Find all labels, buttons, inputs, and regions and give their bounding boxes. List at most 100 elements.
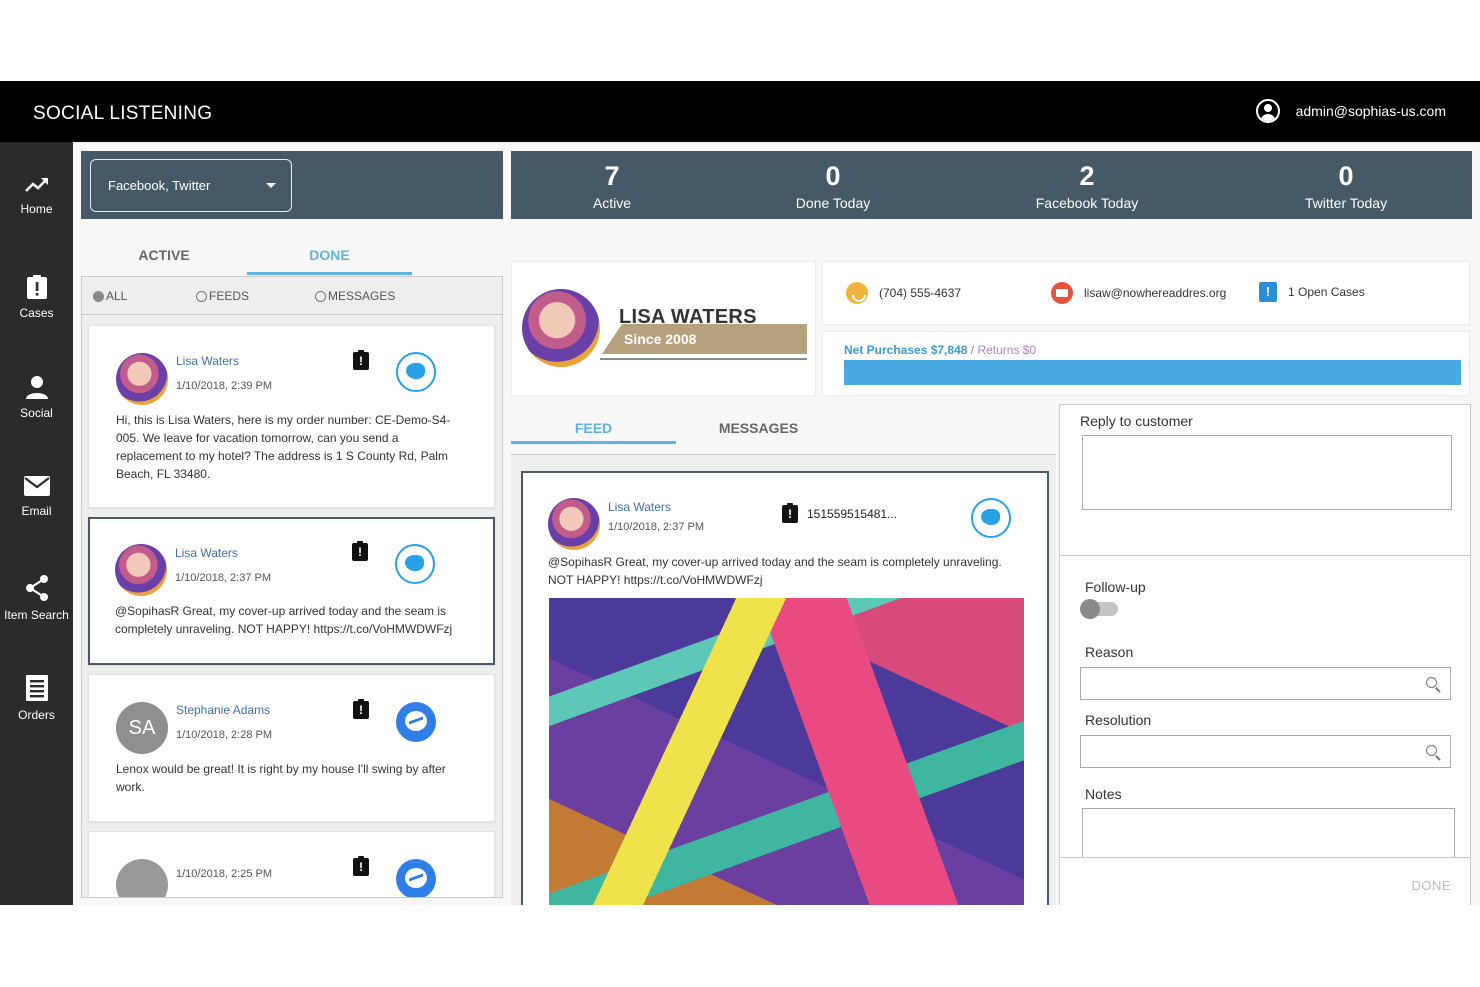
sidebar-item-label: Home [20, 202, 53, 216]
create-case-icon[interactable]: ! [352, 541, 368, 561]
sidebar-item-home[interactable]: Home [0, 174, 73, 264]
radio-dot-icon [315, 290, 326, 302]
post-text: Hi, this is Lisa Waters, here is my orde… [116, 413, 451, 481]
email-text: lisaw@nowhereaddres.org [1084, 286, 1227, 300]
radio-label: MESSAGES [328, 289, 396, 303]
sidebar-item-social[interactable]: Social [0, 374, 73, 464]
post-author[interactable]: Stephanie Adams [176, 703, 270, 717]
case-id[interactable]: 151559515481... [807, 507, 897, 521]
reply-textarea[interactable] [1082, 435, 1452, 510]
radio-messages[interactable]: MESSAGES [315, 289, 395, 303]
post-time: 1/10/2018, 2:39 PM [176, 380, 273, 392]
tab-active[interactable]: ACTIVE [81, 239, 247, 275]
trending-up-icon [24, 178, 48, 192]
tab-messages[interactable]: MESSAGES [676, 408, 841, 444]
app-window: SOCIAL LISTENING admin@sophias-us.com Ho… [0, 81, 1480, 905]
share-icon [25, 575, 48, 601]
messenger-icon[interactable] [396, 702, 436, 742]
post-author[interactable]: Lisa Waters [175, 546, 238, 560]
caret-down-icon [266, 183, 276, 188]
tab-done[interactable]: DONE [247, 239, 412, 275]
reply-panel: Reply to customer Follow-up Reason Resol… [1059, 404, 1471, 905]
post-card[interactable]: Lisa Waters 1/10/2018, 2:37 PM ! @Sopiha… [88, 517, 495, 665]
followup-toggle[interactable] [1080, 599, 1118, 619]
channel-select-value: Facebook, Twitter [108, 178, 211, 193]
sidebar-item-orders[interactable]: Orders [0, 674, 73, 764]
customer-profile-card: LISA WATERS Since 2008 [511, 261, 816, 396]
post-card[interactable]: SA Stephanie Adams 1/10/2018, 2:28 PM ! … [88, 674, 495, 822]
status-tabs: ACTIVE DONE [81, 239, 503, 275]
stat-done-today: 0 Done Today [733, 151, 933, 211]
post-author[interactable]: Lisa Waters [608, 500, 671, 514]
post-time: 1/10/2018, 2:25 PM [176, 868, 273, 880]
stat-label: Done Today [795, 195, 871, 211]
divider [600, 358, 807, 360]
mail-icon [1051, 282, 1073, 304]
reason-input[interactable] [1080, 667, 1451, 700]
customer-open-cases[interactable]: ! 1 Open Cases [1259, 282, 1365, 302]
sidebar-item-item-search[interactable]: Item Search [0, 574, 73, 664]
customer-email[interactable]: lisaw@nowhereaddres.org [1051, 282, 1226, 304]
stat-label: Facebook Today [1035, 195, 1139, 211]
radio-dot-icon [196, 290, 207, 302]
divider [1060, 555, 1470, 556]
stat-value: 0 [825, 161, 841, 191]
stat-value: 2 [1079, 161, 1095, 191]
sidebar-item-label: Item Search [4, 608, 69, 622]
customer-contact-bar: (704) 555-4637 lisaw@nowhereaddres.org !… [822, 261, 1470, 325]
net-purchases: Net Purchases $7,848 [844, 343, 968, 357]
phone-text: (704) 555-4637 [879, 286, 962, 300]
returns: Returns $0 [977, 343, 1037, 357]
twitter-icon[interactable] [971, 498, 1011, 538]
envelope-icon [23, 476, 50, 496]
post-card[interactable]: Lisa Waters 1/10/2018, 2:39 PM ! Hi, thi… [88, 325, 495, 508]
user-menu[interactable]: admin@sophias-us.com [1255, 99, 1446, 123]
sidebar-item-label: Social [20, 406, 53, 420]
search-icon [1426, 745, 1437, 756]
case-icon[interactable]: ! [782, 503, 798, 523]
sidebar-nav: Home Cases Social Email Item Search Orde… [0, 142, 73, 905]
post-text: Lenox would be great! It is right by my … [116, 762, 446, 794]
customer-phone[interactable]: (704) 555-4637 [846, 282, 961, 304]
stat-label: Active [592, 195, 632, 211]
sidebar-item-label: Email [21, 504, 52, 518]
radio-all[interactable]: ALL [93, 289, 127, 303]
purchase-summary: Net Purchases $7,848 / Returns $0 [822, 331, 1470, 396]
purchase-text: Net Purchases $7,848 / Returns $0 [844, 343, 1036, 357]
avatar [116, 859, 168, 897]
post-author[interactable]: Lisa Waters [176, 354, 239, 368]
post-image[interactable] [549, 598, 1024, 905]
create-case-icon[interactable]: ! [353, 699, 369, 719]
tab-feed[interactable]: FEED [511, 408, 676, 444]
sidebar-item-cases[interactable]: Cases [0, 274, 73, 364]
avatar [115, 544, 167, 596]
clipboard-alert-icon [26, 275, 47, 299]
post-list-panel: ALL FEEDS MESSAGES Lisa Waters 1/10/2018… [81, 276, 503, 898]
purchase-separator: / [970, 343, 975, 357]
person-icon [25, 376, 48, 399]
user-circle-icon [1255, 99, 1280, 123]
notes-label: Notes [1085, 786, 1122, 802]
create-case-icon[interactable]: ! [353, 856, 369, 876]
resolution-input[interactable] [1080, 735, 1451, 768]
avatar: SA [116, 702, 168, 754]
radio-dot-icon [93, 290, 104, 302]
type-filter: ALL FEEDS MESSAGES [82, 277, 502, 315]
reason-label: Reason [1085, 644, 1134, 660]
feed-post-card: Lisa Waters 1/10/2018, 2:37 PM ! 1515595… [521, 471, 1049, 905]
post-time: 1/10/2018, 2:37 PM [608, 521, 705, 533]
feed-tabs: FEED MESSAGES [511, 408, 1051, 454]
done-button[interactable]: DONE [1411, 878, 1451, 893]
post-card[interactable]: 1/10/2018, 2:25 PM ! [88, 831, 495, 897]
stat-twitter-today: 0 Twitter Today [1246, 151, 1446, 211]
twitter-icon[interactable] [395, 544, 435, 584]
open-cases-text: 1 Open Cases [1288, 285, 1365, 299]
channel-select[interactable]: Facebook, Twitter [90, 159, 292, 212]
sidebar-item-email[interactable]: Email [0, 474, 73, 564]
post-text: @SopihasR Great, my cover-up arrived tod… [115, 604, 453, 636]
create-case-icon[interactable]: ! [353, 350, 369, 370]
messenger-icon[interactable] [396, 859, 436, 897]
twitter-icon[interactable] [396, 352, 436, 392]
post-text: @SopihasR Great, my cover-up arrived tod… [548, 555, 1002, 587]
radio-feeds[interactable]: FEEDS [196, 289, 249, 303]
